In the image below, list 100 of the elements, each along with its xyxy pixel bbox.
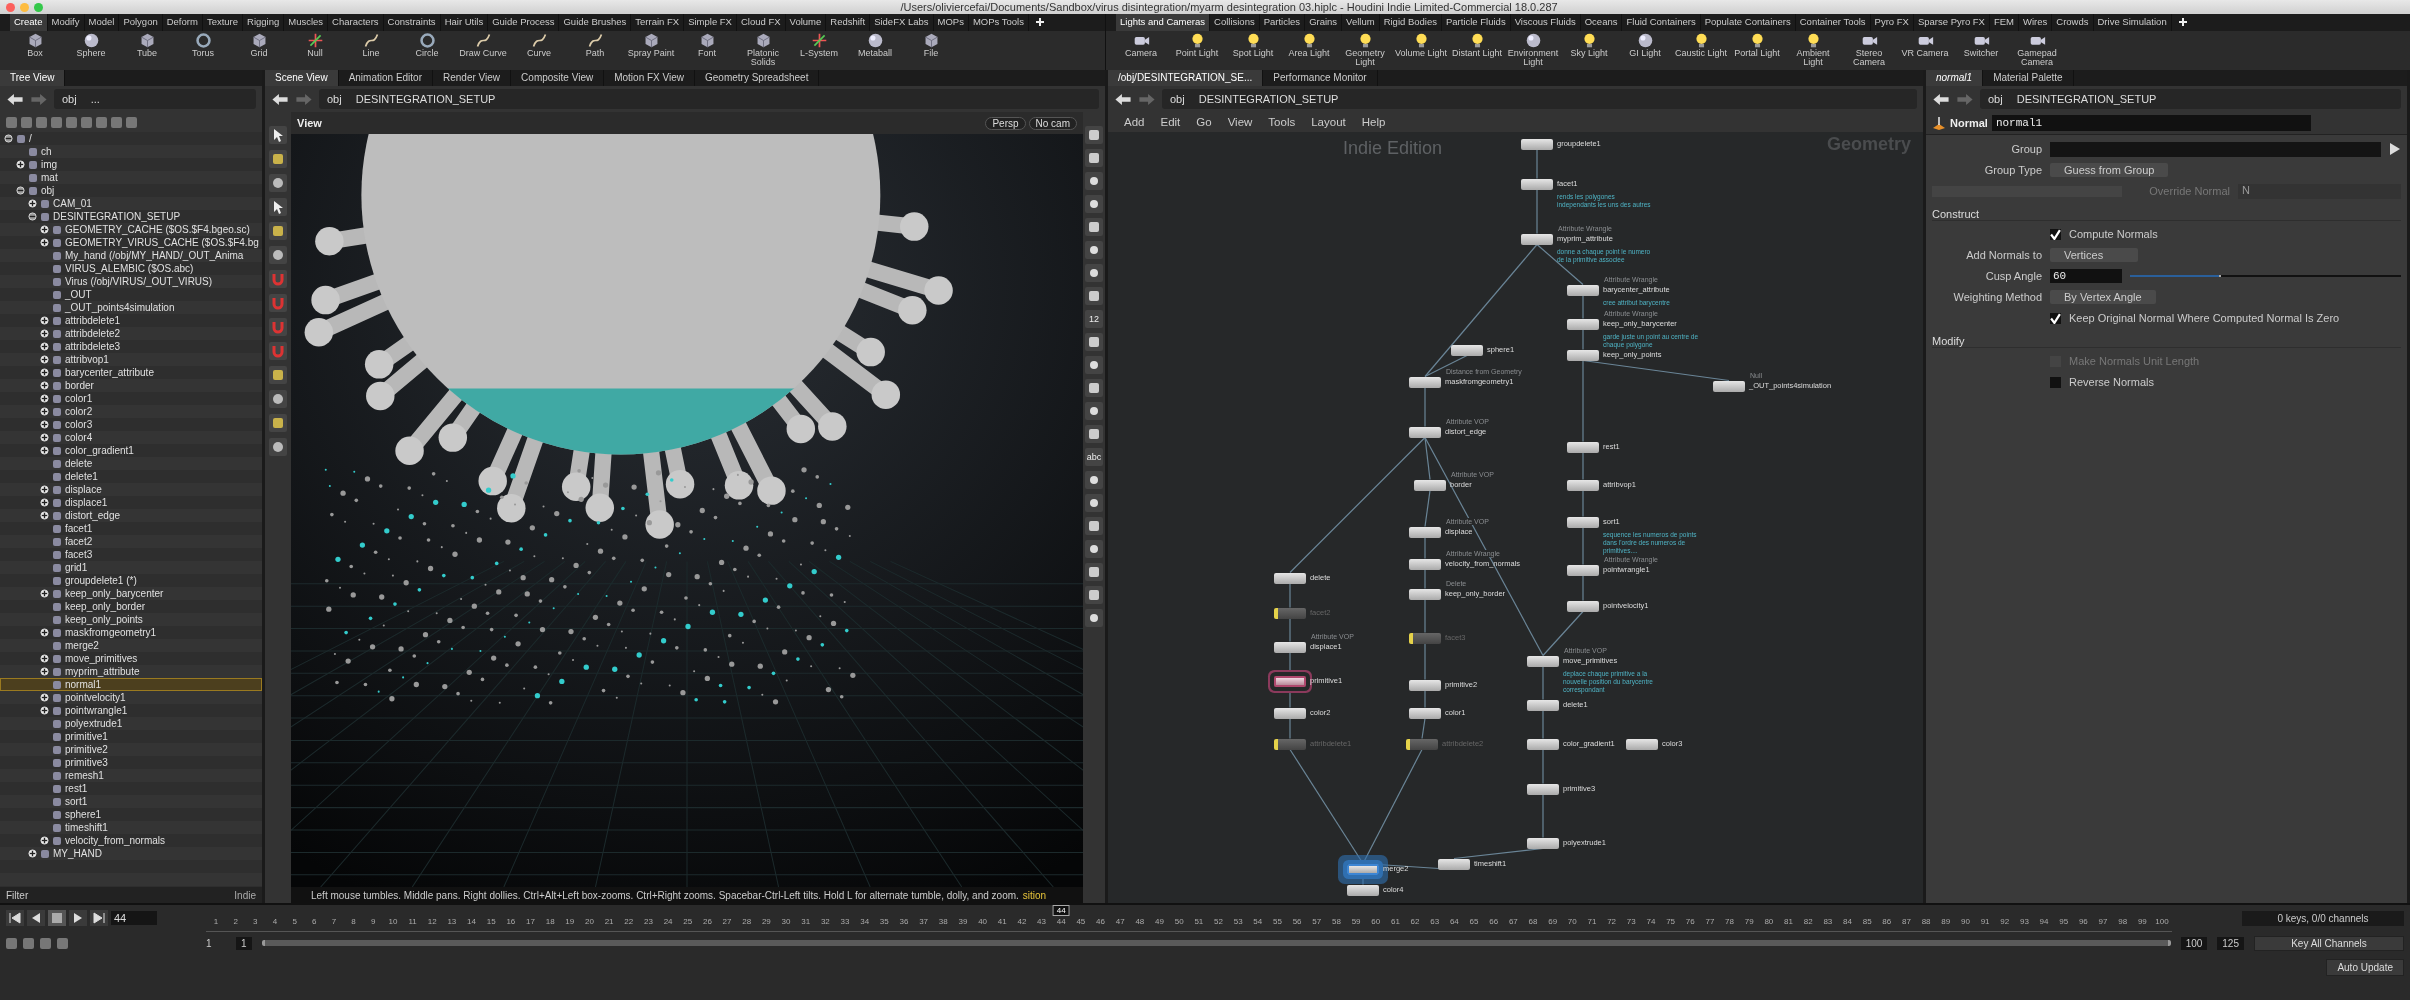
node-tile[interactable]: [1438, 858, 1470, 870]
pane-tab[interactable]: Tree View: [0, 70, 66, 86]
node-tile[interactable]: [1451, 344, 1483, 356]
add-tab-icon[interactable]: [1034, 17, 1045, 27]
back-arrow-icon[interactable]: [1932, 92, 1950, 106]
filter-icon[interactable]: [126, 116, 137, 128]
filter-icon[interactable]: [81, 116, 92, 128]
menu-item[interactable]: View: [1227, 116, 1253, 128]
shelf-tab[interactable]: Sparse Pyro FX: [1913, 14, 1990, 31]
node-tile[interactable]: [1521, 138, 1553, 150]
tree-row[interactable]: _OUT_points4simulation: [0, 301, 262, 314]
collapse-toggle-icon[interactable]: [28, 212, 37, 221]
viewer-tool-button[interactable]: [269, 222, 287, 240]
shelf-tool-button[interactable]: Point Light: [1170, 32, 1224, 67]
viewer-tool-button[interactable]: [269, 366, 287, 384]
node-tile[interactable]: [1527, 699, 1559, 711]
tree-row[interactable]: barycenter_attribute: [0, 366, 262, 379]
menu-item[interactable]: Help: [1361, 116, 1386, 128]
shelf-tab[interactable]: Particles: [1259, 14, 1306, 31]
shelf-tool-button[interactable]: Grid: [232, 32, 286, 67]
shelf-tool-button[interactable]: Caustic Light: [1674, 32, 1728, 67]
shelf-tool-button[interactable]: File: [904, 32, 958, 67]
shelf-tab[interactable]: MOPs: [933, 14, 969, 31]
viewer-tool-button[interactable]: [1085, 586, 1103, 604]
tree-row[interactable]: displace: [0, 483, 262, 496]
filter-icon[interactable]: [6, 116, 17, 128]
shelf-tab[interactable]: MOPs Tools: [968, 14, 1029, 31]
expand-toggle-icon[interactable]: [40, 420, 49, 429]
back-arrow-icon[interactable]: [6, 92, 24, 106]
path-field[interactable]: obj DESINTEGRATION_SETUP: [1162, 89, 1917, 109]
shelf-tool-button[interactable]: VR Camera: [1898, 32, 1952, 67]
shelf-tab[interactable]: Oceans: [1580, 14, 1623, 31]
tree-row[interactable]: VIRUS_ALEMBIC ($OS.abc): [0, 262, 262, 275]
node-tile[interactable]: [1567, 479, 1599, 491]
shelf-tab[interactable]: Container Tools: [1795, 14, 1871, 31]
expand-toggle-icon[interactable]: [40, 329, 49, 338]
tree-row[interactable]: polyextrude1: [0, 717, 262, 730]
shelf-tab[interactable]: Particle Fluids: [1441, 14, 1511, 31]
filter-icon[interactable]: [111, 116, 122, 128]
camera-menu-button[interactable]: Persp: [985, 116, 1026, 130]
collapse-toggle-icon[interactable]: [16, 186, 25, 195]
tree-row[interactable]: pointwrangle1: [0, 704, 262, 717]
shelf-tab[interactable]: Grains: [1305, 14, 1343, 31]
group-field[interactable]: [2050, 141, 2381, 157]
shelf-tab[interactable]: Terrain FX: [631, 14, 685, 31]
viewer-tool-button[interactable]: [269, 246, 287, 264]
tree-row[interactable]: MY_HAND: [0, 847, 262, 860]
tree-row[interactable]: keep_only_barycenter: [0, 587, 262, 600]
viewer-tool-button[interactable]: [1085, 195, 1103, 213]
shelf-tab[interactable]: Lights and Cameras: [1116, 14, 1211, 31]
shelf-tab[interactable]: Guide Brushes: [559, 14, 632, 31]
node-tile[interactable]: [1527, 837, 1559, 849]
node-tile[interactable]: [1347, 884, 1379, 896]
expand-toggle-icon[interactable]: [40, 316, 49, 325]
select-arrow-icon[interactable]: [2389, 142, 2401, 156]
tree-row[interactable]: displace1: [0, 496, 262, 509]
camera-menu-button[interactable]: No cam: [1028, 116, 1077, 130]
checkbox[interactable]: [2050, 228, 2061, 240]
viewer-tool-button[interactable]: [1085, 356, 1103, 374]
tree-row[interactable]: color1: [0, 392, 262, 405]
menu-item[interactable]: Go: [1196, 116, 1212, 128]
range-end-field[interactable]: 125: [2217, 936, 2244, 950]
tree-row[interactable]: attribdelete2: [0, 327, 262, 340]
step-back-button[interactable]: [27, 910, 45, 926]
tree-row[interactable]: color3: [0, 418, 262, 431]
shelf-tool-button[interactable]: Distant Light: [1450, 32, 1504, 67]
shelf-tool-button[interactable]: Metaball: [848, 32, 902, 67]
viewer-tool-button[interactable]: [269, 390, 287, 408]
shelf-tab[interactable]: Fluid Containers: [1622, 14, 1701, 31]
node-tile[interactable]: [1521, 178, 1553, 190]
node-tile[interactable]: [1527, 655, 1559, 667]
frame-field[interactable]: 44: [111, 911, 157, 925]
viewer-tool-button[interactable]: [1085, 425, 1103, 443]
shelf-tool-button[interactable]: Draw Curve: [456, 32, 510, 67]
node-tile[interactable]: [1409, 558, 1441, 570]
shelf-tool-button[interactable]: Portal Light: [1730, 32, 1784, 67]
filter-icon[interactable]: [51, 116, 62, 128]
shelf-tool-button[interactable]: Torus: [176, 32, 230, 67]
jump-start-button[interactable]: [6, 910, 24, 926]
expand-toggle-icon[interactable]: [40, 394, 49, 403]
shelf-tab[interactable]: Guide Process: [488, 14, 560, 31]
tree-row[interactable]: merge2: [0, 639, 262, 652]
range-slider[interactable]: [261, 940, 2171, 946]
tree-row[interactable]: groupdelete1 (*): [0, 574, 262, 587]
menu-item[interactable]: Tools: [1268, 116, 1296, 128]
tree-row[interactable]: grid1: [0, 561, 262, 574]
tree-row[interactable]: primitive2: [0, 743, 262, 756]
filter-icon[interactable]: [66, 116, 77, 128]
tree-row[interactable]: myprim_attribute: [0, 665, 262, 678]
tree-row[interactable]: normal1: [0, 678, 262, 691]
viewer-tool-button[interactable]: [1085, 218, 1103, 236]
tree-row[interactable]: /: [0, 132, 262, 145]
back-arrow-icon[interactable]: [1114, 92, 1132, 106]
node-tile[interactable]: [1274, 572, 1306, 584]
node-tile[interactable]: [1713, 380, 1745, 392]
expand-toggle-icon[interactable]: [40, 836, 49, 845]
node-tile[interactable]: [1567, 318, 1599, 330]
node-tile[interactable]: [1409, 588, 1441, 600]
dropdown-menu[interactable]: Vertices: [2050, 248, 2138, 262]
pane-tab[interactable]: /obj/DESINTEGRATION_SE...: [1108, 70, 1264, 86]
